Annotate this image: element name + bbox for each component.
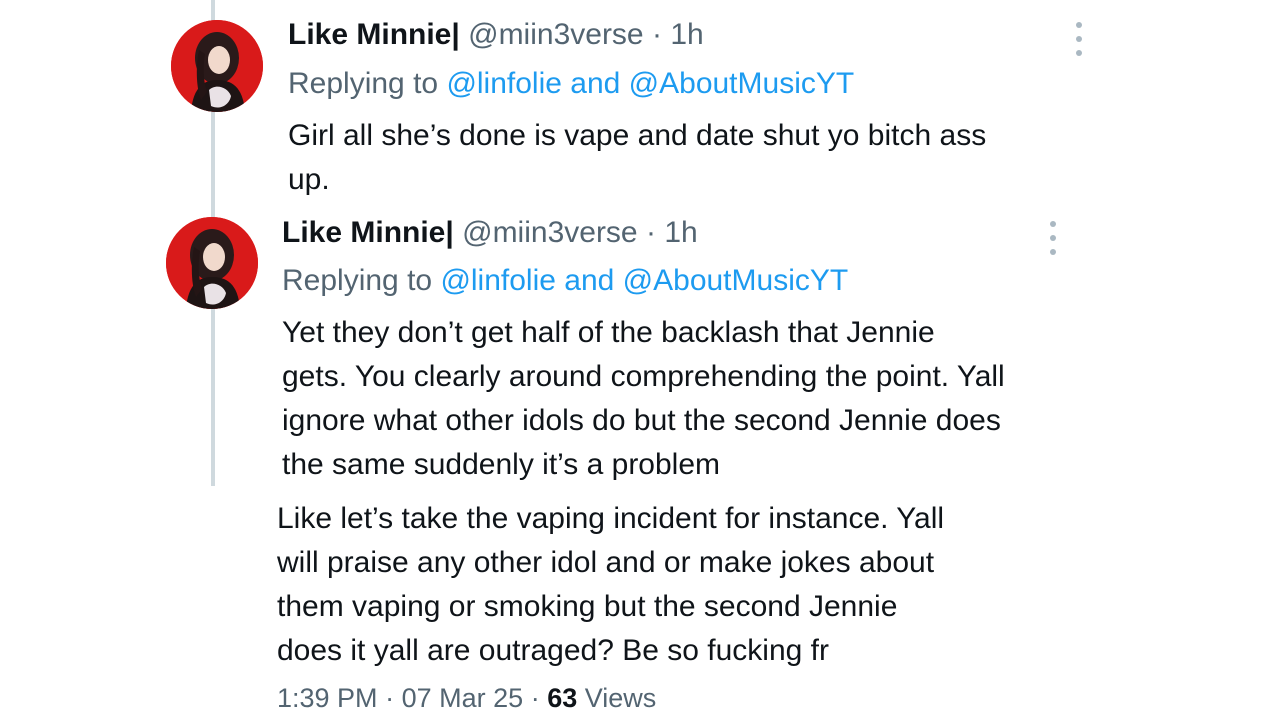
separator: ·: [645, 216, 656, 249]
tweet-text-line: the same suddenly it’s a problem: [282, 448, 721, 481]
replying-to: Replying to @linfolie and @AboutMusicYT: [288, 66, 854, 102]
user-handle[interactable]: @miin3verse: [462, 216, 638, 249]
avatar-image: [166, 217, 258, 309]
separator: ·: [530, 683, 540, 713]
user-avatar[interactable]: [171, 20, 263, 112]
tweet-text-line: does it yall are outraged? Be so fucking…: [277, 634, 829, 667]
views-label[interactable]: Views: [585, 683, 657, 713]
replying-prefix: Replying to: [282, 264, 433, 297]
display-name[interactable]: Like Minnie|: [288, 18, 460, 51]
replying-mentions[interactable]: @linfolie and @AboutMusicYT: [446, 67, 854, 100]
replying-prefix: Replying to: [288, 67, 439, 100]
separator: ·: [385, 683, 395, 713]
more-vertical-icon[interactable]: [1047, 221, 1059, 255]
thread-connector-top: [211, 0, 215, 22]
tweet-text-line: them vaping or smoking but the second Je…: [277, 590, 898, 623]
tweet-text-line: ignore what other idols do but the secon…: [282, 404, 1001, 437]
tweet-time[interactable]: 1h: [664, 216, 697, 249]
tweet-text-line: up.: [288, 163, 330, 196]
tweet-metadata: 1:39 PM · 07 Mar 25 · 63 Views: [277, 681, 656, 715]
tweet-header: Like Minnie| @miin3verse · 1h: [288, 17, 704, 53]
tweet-text-line: Like let’s take the vaping incident for …: [277, 502, 945, 535]
user-handle[interactable]: @miin3verse: [468, 18, 644, 51]
separator: ·: [651, 18, 662, 51]
more-vertical-icon[interactable]: [1073, 22, 1085, 56]
views-count[interactable]: 63: [547, 683, 577, 713]
replying-mentions[interactable]: @linfolie and @AboutMusicYT: [440, 264, 848, 297]
tweet-time[interactable]: 1h: [670, 18, 703, 51]
tweet-text: Yet they don’t get half of the backlash …: [282, 311, 1005, 487]
user-avatar[interactable]: [166, 217, 258, 309]
replying-to: Replying to @linfolie and @AboutMusicYT: [282, 263, 848, 299]
tweet-text-line: gets. You clearly around comprehending t…: [282, 360, 1005, 393]
tweet-text-line: will praise any other idol and or make j…: [277, 546, 935, 579]
tweet-text-line: Girl all she’s done is vape and date shu…: [288, 119, 987, 152]
display-name[interactable]: Like Minnie|: [282, 216, 454, 249]
tweet-date[interactable]: 07 Mar 25: [402, 683, 524, 713]
tweet-text-line: Yet they don’t get half of the backlash …: [282, 316, 935, 349]
tweet-timestamp[interactable]: 1:39 PM: [277, 683, 378, 713]
main-tweet-text: Like let’s take the vaping incident for …: [277, 497, 944, 673]
avatar-image: [171, 20, 263, 112]
tweet-header: Like Minnie| @miin3verse · 1h: [282, 215, 698, 251]
tweet-text: Girl all she’s done is vape and date shu…: [288, 114, 986, 202]
